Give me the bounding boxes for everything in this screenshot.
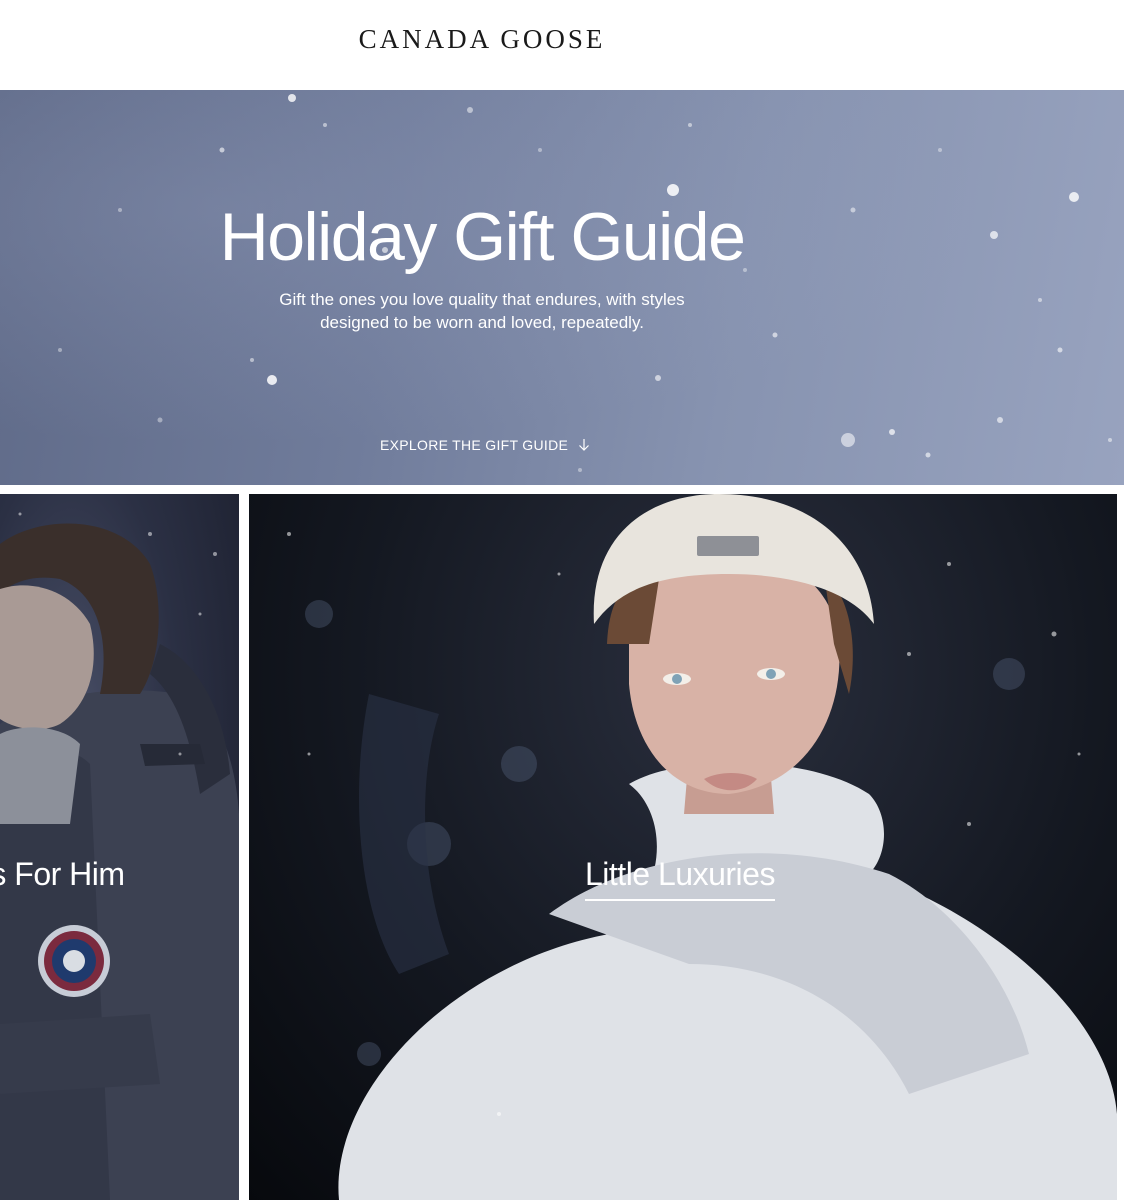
hero-subtitle-line-2: designed to be worn and loved, repeatedl…	[320, 313, 644, 332]
hero-subtitle-line-1: Gift the ones you love quality that endu…	[279, 290, 685, 309]
explore-gift-guide-link[interactable]: EXPLORE THE GIFT GUIDE	[380, 437, 590, 453]
gift-card-for-him[interactable]: ts For Him	[0, 494, 239, 1200]
explore-gift-guide-label: EXPLORE THE GIFT GUIDE	[380, 437, 569, 453]
card-label-little-luxuries[interactable]: Little Luxuries	[585, 856, 775, 901]
site-header: CANADA GOOSE	[0, 0, 1124, 90]
model-photo-luxuries	[287, 494, 1117, 1200]
brand-logo[interactable]: CANADA GOOSE	[0, 24, 964, 55]
hero-title: Holiday Gift Guide	[219, 199, 746, 275]
arrow-down-icon	[579, 439, 590, 451]
hero-subtitle: Gift the ones you love quality that endu…	[0, 288, 964, 334]
model-photo-him	[0, 512, 239, 1200]
card-label-for-him[interactable]: ts For Him	[0, 856, 125, 893]
hero-banner: Holiday Gift Guide Gift the ones you lov…	[0, 90, 1124, 485]
gift-card-little-luxuries[interactable]: Little Luxuries	[249, 494, 1117, 1200]
